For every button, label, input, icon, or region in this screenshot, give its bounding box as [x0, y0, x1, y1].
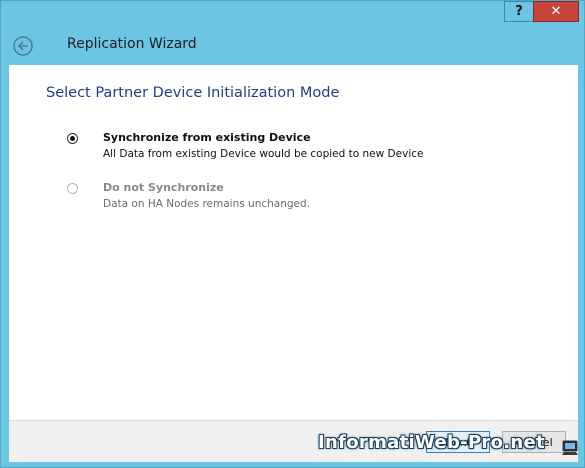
- title-bar: Replication Wizard: [1, 23, 584, 65]
- watermark-text: InformatiWeb-Pro.net: [318, 432, 545, 453]
- radio-selected-dot: [70, 136, 75, 141]
- help-button[interactable]: ?: [504, 1, 534, 22]
- radio-do-not-synchronize: [67, 183, 78, 194]
- option-description: All Data from existing Device would be c…: [103, 148, 424, 160]
- radio-synchronize[interactable]: [67, 133, 78, 144]
- option-title: Synchronize from existing Device: [103, 131, 311, 144]
- back-arrow-icon[interactable]: [13, 36, 33, 56]
- window-title: Replication Wizard: [67, 36, 197, 52]
- page-title: Select Partner Device Initialization Mod…: [46, 85, 340, 101]
- option-title: Do not Synchronize: [103, 181, 224, 194]
- close-button[interactable]: ✕: [533, 1, 579, 22]
- option-description: Data on HA Nodes remains unchanged.: [103, 198, 310, 210]
- replication-wizard-window: ? ✕ Replication Wizard Select Partner De…: [0, 0, 585, 468]
- wizard-content: Select Partner Device Initialization Mod…: [9, 65, 578, 420]
- monitor-icon: [562, 440, 578, 455]
